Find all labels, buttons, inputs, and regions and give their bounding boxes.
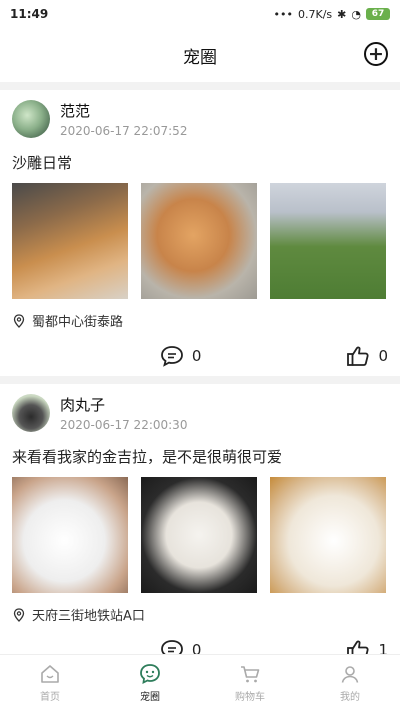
status-time: 11:49	[10, 7, 49, 21]
comment-button[interactable]: 0	[160, 345, 202, 367]
tab-label: 首页	[40, 691, 60, 703]
tab-pet-circle[interactable]: 宠圈	[100, 655, 200, 710]
post-meta: 肉丸子 2020-06-17 22:00:30	[60, 394, 187, 432]
post-photo[interactable]	[141, 477, 257, 593]
tab-home[interactable]: 首页	[0, 655, 100, 710]
username[interactable]: 范范	[60, 100, 187, 121]
add-post-button[interactable]: +	[364, 42, 388, 66]
post-text: 来看看我家的金吉拉，是不是很萌很可爱	[12, 448, 283, 466]
cart-icon	[241, 665, 260, 682]
location-text: 天府三街地铁站A口	[32, 609, 145, 624]
like-button[interactable]: 0	[346, 345, 388, 367]
bluetooth-icon: ✱	[337, 7, 347, 21]
battery-icon: 67	[366, 8, 390, 20]
location-pin-icon	[13, 607, 25, 622]
post-header: 范范 2020-06-17 22:07:52	[12, 90, 388, 142]
divider	[0, 82, 400, 90]
post-meta: 范范 2020-06-17 22:07:52	[60, 100, 187, 138]
tab-profile[interactable]: 我的	[300, 655, 400, 710]
network-speed: 0.7K/s	[298, 7, 333, 21]
location-pin-icon	[13, 313, 25, 328]
dots-icon: •••	[273, 7, 294, 21]
thumbs-up-icon	[347, 346, 370, 366]
pet-circle-icon	[140, 663, 160, 684]
post-photo[interactable]	[12, 477, 128, 593]
post-time: 2020-06-17 22:07:52	[60, 124, 188, 138]
location: 天府三街地铁站A口	[12, 605, 388, 624]
post-time: 2020-06-17 22:00:30	[60, 418, 188, 432]
tab-label: 宠圈	[140, 691, 160, 703]
post-card[interactable]: 肉丸子 2020-06-17 22:00:30 来看看我家的金吉拉，是不是很萌很…	[0, 384, 400, 670]
location-text: 蜀都中心街泰路	[32, 315, 124, 330]
post-photo[interactable]	[141, 183, 257, 299]
post-text: 沙雕日常	[12, 154, 73, 172]
location: 蜀都中心街泰路	[12, 311, 388, 330]
tab-cart[interactable]: 购物车	[200, 655, 300, 710]
username[interactable]: 肉丸子	[60, 394, 187, 415]
page-title: 宠圈	[183, 47, 217, 68]
tab-label: 我的	[340, 691, 360, 703]
bottom-tab-bar: 首页 宠圈 购物车 我的	[0, 654, 400, 710]
photo-grid	[12, 477, 388, 593]
wifi-icon: ◔	[351, 7, 361, 21]
tab-label: 购物车	[235, 691, 265, 703]
home-icon	[41, 664, 59, 683]
post-card[interactable]: 范范 2020-06-17 22:07:52 沙雕日常 蜀都中心街泰路 0 0	[0, 90, 400, 376]
status-bar: 11:49 ••• 0.7K/s ✱ ◔ 67	[0, 0, 400, 28]
post-photo[interactable]	[12, 183, 128, 299]
like-count: 0	[378, 347, 388, 365]
post-header: 肉丸子 2020-06-17 22:00:30	[12, 384, 388, 436]
divider	[0, 376, 400, 384]
avatar[interactable]	[12, 100, 50, 138]
post-actions: 0 0	[12, 336, 388, 376]
photo-grid	[12, 183, 388, 299]
post-photo[interactable]	[270, 477, 386, 593]
top-nav: 宠圈 +	[0, 28, 400, 82]
comment-icon	[161, 346, 183, 367]
profile-icon	[341, 665, 359, 683]
status-indicators: ••• 0.7K/s ✱ ◔ 67	[274, 8, 390, 21]
avatar[interactable]	[12, 394, 50, 432]
comment-count: 0	[191, 347, 202, 365]
post-photo[interactable]	[270, 183, 386, 299]
